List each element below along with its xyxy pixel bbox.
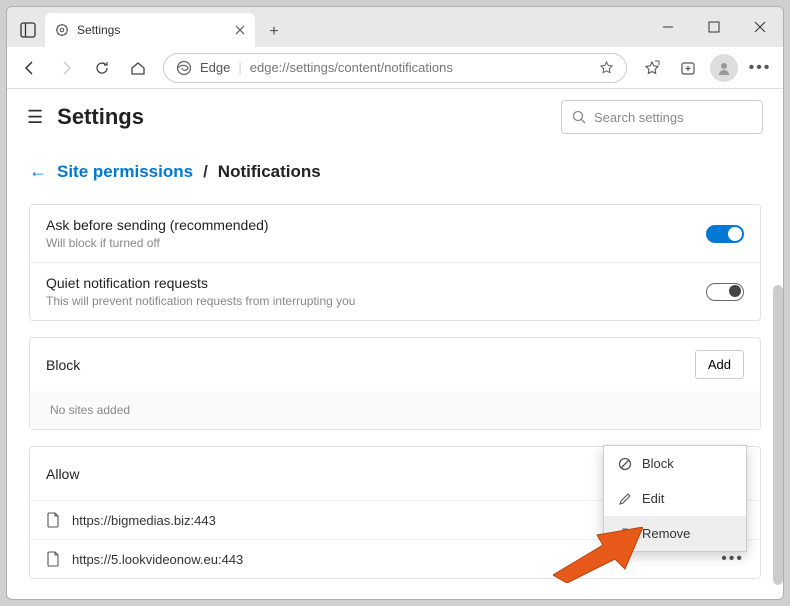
- tab-title: Settings: [77, 23, 227, 37]
- ask-toggle[interactable]: [706, 225, 744, 243]
- breadcrumb-back-icon[interactable]: ←: [29, 161, 47, 182]
- address-prefix: Edge: [200, 60, 230, 75]
- search-icon: [572, 110, 586, 124]
- scrollbar[interactable]: [773, 285, 783, 585]
- edge-logo-icon: [176, 60, 192, 76]
- search-placeholder: Search settings: [594, 110, 684, 125]
- titlebar: Settings +: [7, 7, 783, 47]
- page-icon: [46, 551, 60, 567]
- back-button[interactable]: [13, 51, 47, 85]
- site-more-button[interactable]: •••: [721, 550, 744, 568]
- block-empty-text: No sites added: [30, 391, 760, 429]
- search-input[interactable]: Search settings: [561, 100, 763, 134]
- profile-button[interactable]: [707, 51, 741, 85]
- menu-block[interactable]: Block: [604, 446, 746, 481]
- block-section: Block Add No sites added: [29, 337, 761, 430]
- breadcrumb: ← Site permissions / Notifications: [29, 161, 761, 182]
- close-window-button[interactable]: [737, 7, 783, 47]
- block-label: Block: [46, 357, 695, 373]
- quiet-toggle[interactable]: [706, 283, 744, 301]
- page-icon: [46, 512, 60, 528]
- settings-header: ☰ Settings Search settings: [7, 89, 783, 145]
- block-icon: [618, 457, 632, 471]
- breadcrumb-parent[interactable]: Site permissions: [57, 162, 193, 182]
- address-bar[interactable]: Edge | edge://settings/content/notificat…: [163, 53, 627, 83]
- annotation-arrow: [553, 527, 643, 583]
- new-tab-button[interactable]: +: [259, 17, 289, 47]
- favorites-button[interactable]: [635, 51, 669, 85]
- general-settings-card: Ask before sending (recommended) Will bl…: [29, 204, 761, 321]
- menu-edit[interactable]: Edit: [604, 481, 746, 516]
- maximize-button[interactable]: [691, 7, 737, 47]
- block-add-button[interactable]: Add: [695, 350, 744, 379]
- quiet-title: Quiet notification requests: [46, 275, 706, 291]
- breadcrumb-current: Notifications: [218, 162, 321, 182]
- quiet-requests-row: Quiet notification requests This will pr…: [30, 262, 760, 320]
- ask-desc: Will block if turned off: [46, 236, 706, 250]
- more-button[interactable]: •••: [743, 51, 777, 85]
- forward-button: [49, 51, 83, 85]
- page-title: Settings: [57, 104, 547, 130]
- tab-actions-button[interactable]: [11, 13, 45, 47]
- hamburger-icon[interactable]: ☰: [27, 107, 43, 128]
- toolbar: Edge | edge://settings/content/notificat…: [7, 47, 783, 89]
- ask-title: Ask before sending (recommended): [46, 217, 706, 233]
- address-url: edge://settings/content/notifications: [250, 60, 591, 75]
- collections-button[interactable]: [671, 51, 705, 85]
- refresh-button[interactable]: [85, 51, 119, 85]
- gear-icon: [55, 23, 69, 37]
- home-button[interactable]: [121, 51, 155, 85]
- favorite-icon[interactable]: [599, 60, 614, 75]
- close-tab-icon[interactable]: [235, 25, 245, 35]
- minimize-button[interactable]: [645, 7, 691, 47]
- edit-icon: [618, 492, 632, 506]
- quiet-desc: This will prevent notification requests …: [46, 294, 706, 308]
- browser-tab[interactable]: Settings: [45, 13, 255, 47]
- ask-before-sending-row: Ask before sending (recommended) Will bl…: [30, 205, 760, 262]
